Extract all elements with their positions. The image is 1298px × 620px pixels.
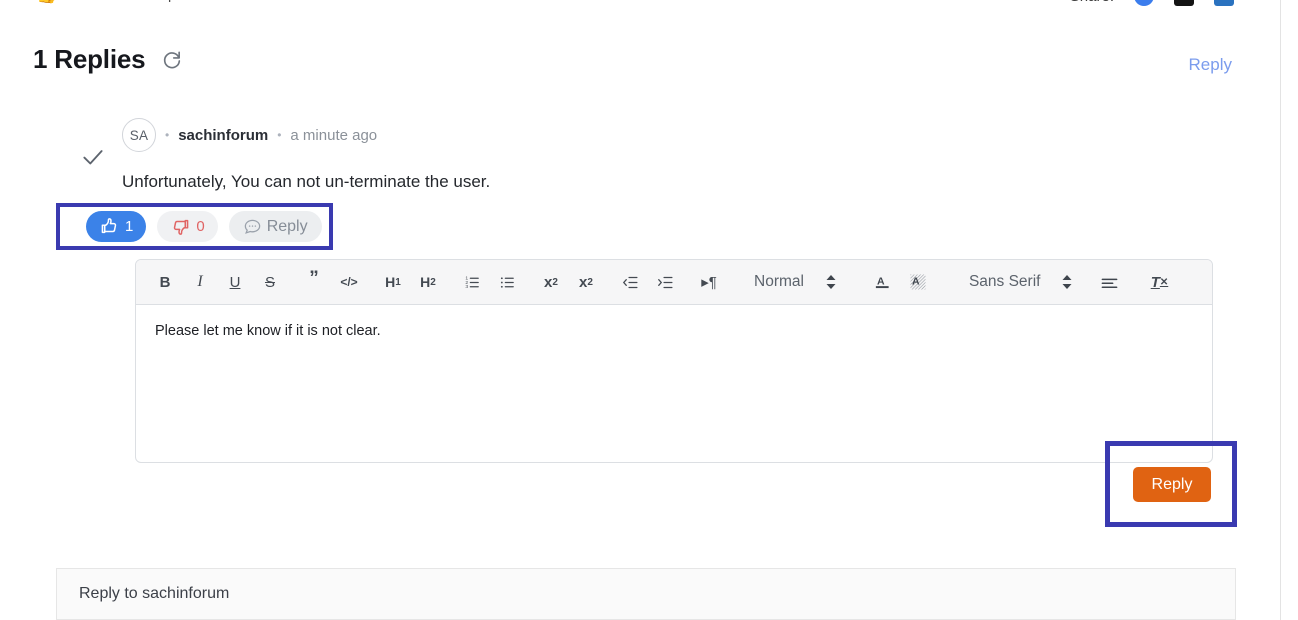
x-twitter-icon[interactable]: ✕ <box>1174 0 1194 6</box>
text-direction-button[interactable]: ▸¶ <box>696 267 722 297</box>
editor-toolbar: B I U S ” </> H1 H2 1 2 3 x 2 x 2 ▸¶ Nor… <box>136 260 1212 305</box>
align-button[interactable] <box>1096 267 1122 297</box>
reply-to-input[interactable]: Reply to sachinforum <box>56 568 1236 620</box>
ordered-list-button[interactable]: 1 2 3 <box>459 267 485 297</box>
answer-reply-label: Reply <box>266 217 308 235</box>
bullet-list-button[interactable] <box>494 267 520 297</box>
thumbs-down-icon <box>170 216 191 237</box>
liked-notice-label: user liked this post. <box>75 0 199 3</box>
accepted-answer-check-icon <box>80 144 106 170</box>
refresh-icon[interactable] <box>161 49 183 71</box>
font-family-value: Sans Serif <box>968 273 1041 290</box>
heading-1-button[interactable]: H1 <box>380 267 406 297</box>
paragraph-format-select[interactable]: Normal <box>754 273 836 291</box>
downvote-count: 0 <box>196 218 205 235</box>
liked-notice: 👍 • user liked this post. <box>36 0 200 3</box>
svg-text:3: 3 <box>465 284 468 290</box>
reply-editor: B I U S ” </> H1 H2 1 2 3 x 2 x 2 ▸¶ Nor… <box>135 259 1213 463</box>
facebook-icon[interactable]: f <box>1134 0 1154 6</box>
header-reply-link[interactable]: Reply <box>1189 55 1232 75</box>
text-color-icon[interactable]: A <box>870 267 896 297</box>
share-strip: 👍 • user liked this post. Share: f ✕ in <box>0 0 1280 12</box>
blockquote-button[interactable]: ” <box>301 267 327 297</box>
page-root: 👍 • user liked this post. Share: f ✕ in … <box>0 0 1298 620</box>
answer-timestamp: a minute ago <box>290 126 378 144</box>
clear-formatting-button[interactable]: T ✕ <box>1146 267 1172 297</box>
replies-count-title: 1 Replies <box>33 44 146 74</box>
heading-2-button[interactable]: H2 <box>415 267 441 297</box>
answer-meta-row: SA • sachinforum • a minute ago <box>122 118 377 152</box>
italic-button[interactable]: I <box>187 267 213 297</box>
share-label: Share: <box>1070 0 1114 5</box>
code-block-button[interactable]: </> <box>336 267 362 297</box>
upvote-button[interactable]: 1 <box>86 211 147 242</box>
background-color-icon[interactable]: A <box>905 267 931 297</box>
chevron-updown-icon <box>826 275 836 289</box>
thumbs-up-icon <box>99 216 120 237</box>
svg-text:A: A <box>877 275 885 287</box>
answer-reply-button[interactable]: Reply <box>228 211 322 242</box>
subscript-button[interactable]: x2 <box>538 267 564 297</box>
share-group: Share: f ✕ in <box>1070 0 1234 6</box>
bold-button[interactable]: B <box>152 267 178 297</box>
strikethrough-button[interactable]: S <box>257 267 283 297</box>
outdent-button[interactable] <box>617 267 643 297</box>
editor-content[interactable]: Please let me know if it is not clear. <box>136 305 1212 357</box>
thumbs-up-icon: 👍 <box>36 0 57 3</box>
answer-author[interactable]: sachinforum <box>178 127 268 144</box>
font-family-select[interactable]: Sans Serif <box>969 273 1073 291</box>
liked-separator: • <box>64 0 68 2</box>
avatar[interactable]: SA <box>122 118 156 152</box>
upvote-count: 1 <box>125 218 134 235</box>
downvote-button[interactable]: 0 <box>157 211 218 242</box>
answer-body-text: Unfortunately, You can not un-terminate … <box>122 172 491 191</box>
svg-text:A: A <box>912 275 920 287</box>
replies-header: 1 Replies <box>33 44 183 75</box>
vote-bar: 1 0 Reply <box>86 211 322 242</box>
submit-reply-button[interactable]: Reply <box>1133 467 1211 502</box>
superscript-button[interactable]: x2 <box>573 267 599 297</box>
meta-separator-2: • <box>277 128 282 142</box>
comment-icon <box>243 217 262 236</box>
linkedin-icon[interactable]: in <box>1214 0 1234 6</box>
underline-button[interactable]: U <box>222 267 248 297</box>
meta-separator-1: • <box>165 128 170 142</box>
chevron-updown-icon-2 <box>1062 275 1072 289</box>
paragraph-format-value: Normal <box>754 273 804 290</box>
indent-button[interactable] <box>652 267 678 297</box>
page-right-border <box>1280 0 1281 620</box>
